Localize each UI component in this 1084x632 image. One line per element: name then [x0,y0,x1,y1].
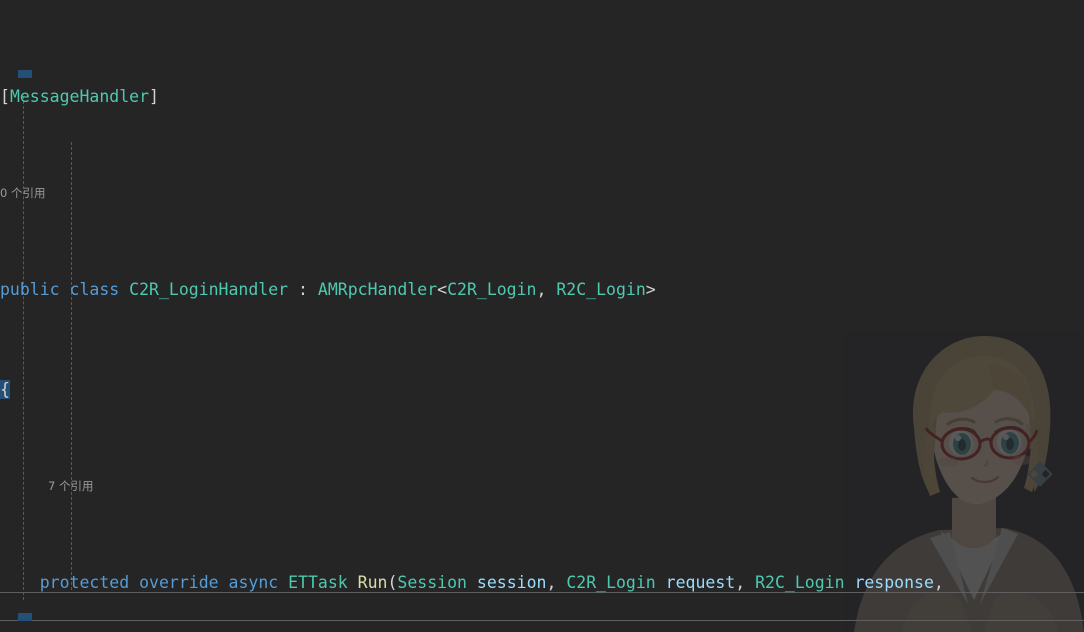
comma-punct: , [933,573,944,592]
keyword-public: public [0,280,60,299]
code-line-attribute[interactable]: [MessageHandler] [0,84,1084,109]
generic-arg-1[interactable]: C2R_Login [447,280,536,299]
paren-open-icon: ( [387,573,398,592]
code-editor[interactable]: [MessageHandler] 0 个引用 public class C2R_… [0,0,1084,632]
comma-punct: , [735,573,746,592]
brace-open-highlight: { [0,380,10,399]
code-content[interactable]: [MessageHandler] 0 个引用 public class C2R_… [0,0,1084,632]
class-name[interactable]: C2R_LoginHandler [129,280,288,299]
param-name-session[interactable]: session [477,573,547,592]
codelens-method-references[interactable]: 7 个引用 [0,477,1084,495]
codelens-class-references[interactable]: 0 个引用 [0,184,1084,202]
keyword-protected: protected [39,573,130,592]
param-name-request[interactable]: request [666,573,736,592]
param-name-response[interactable]: response [854,573,933,592]
param-type-session[interactable]: Session [397,573,467,592]
generic-arg-2[interactable]: R2C_Login [556,280,645,299]
comma-punct: , [536,280,547,299]
param-type-r2c-login[interactable]: R2C_Login [755,573,844,592]
code-line-class-open-brace[interactable]: { [0,377,1084,402]
keyword-class: class [69,280,120,299]
base-class-name[interactable]: AMRpcHandler [318,280,437,299]
generic-open-icon: < [437,280,448,299]
method-name-run[interactable]: Run [358,573,388,592]
param-type-c2r-login[interactable]: C2R_Login [566,573,655,592]
comma-punct: , [546,573,557,592]
keyword-override: override [139,573,219,592]
attribute-name[interactable]: MessageHandler [10,87,149,106]
colon-punct: : [298,280,308,299]
bracket-open-icon: [ [0,87,10,106]
generic-close-icon: > [645,280,656,299]
code-line-method-signature[interactable]: protected override async ETTask Run(Sess… [0,570,1084,595]
bracket-close-icon: ] [149,87,159,106]
keyword-async: async [228,573,279,592]
code-line-class-decl[interactable]: public class C2R_LoginHandler : AMRpcHan… [0,277,1084,302]
return-type-ettask[interactable]: ETTask [288,573,348,592]
